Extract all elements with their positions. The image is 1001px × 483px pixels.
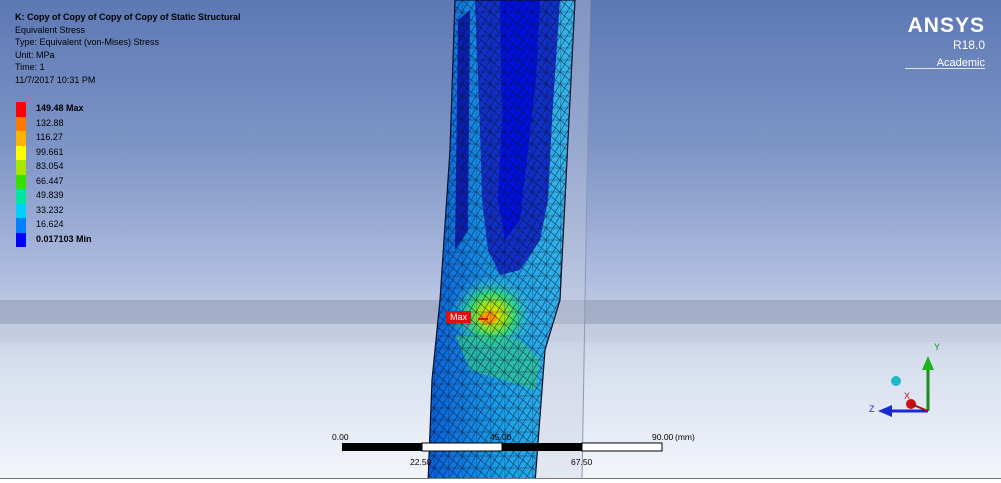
legend-label: 149.48 Max <box>36 103 84 113</box>
result-info-panel: K: Copy of Copy of Copy of Copy of Stati… <box>15 11 241 86</box>
brand-divider <box>905 68 985 69</box>
scale-mid-label: 45.00 <box>490 432 512 442</box>
legend-swatch <box>16 131 26 146</box>
scale-end-label: 90.00 <box>652 432 674 442</box>
legend-swatch <box>16 174 26 189</box>
legend-label: 83.054 <box>36 161 64 171</box>
legend-label: 16.624 <box>36 219 64 229</box>
coordinate-triad[interactable] <box>878 356 934 417</box>
legend-label: 99.661 <box>36 146 64 157</box>
legend-label: 66.447 <box>36 175 64 186</box>
legend-swatch <box>16 232 26 247</box>
legend-label: 49.839 <box>36 190 64 200</box>
max-probe-leader <box>478 318 488 320</box>
scale-start-label: 0.00 <box>332 432 349 442</box>
triad-y-label: Y <box>934 342 941 352</box>
scale-q3-label: 67.50 <box>571 457 593 467</box>
ansys-logo: ANSYS R18.0 Academic <box>905 14 985 70</box>
result-name: Equivalent Stress <box>15 24 86 35</box>
legend-swatch <box>16 203 26 218</box>
scale-unit-label: (mm) <box>675 432 695 442</box>
scale-q1-label: 22.50 <box>410 457 432 467</box>
legend-swatch <box>16 160 26 175</box>
legend-label: 0.017103 Min <box>36 233 92 244</box>
brand-version: R18.0 <box>952 38 985 52</box>
result-unit: Unit: MPa <box>15 49 55 60</box>
legend-label: 132.88 <box>36 117 64 128</box>
max-probe-label[interactable]: Max <box>446 311 472 323</box>
result-date: 11/7/2017 10:31 PM <box>15 74 96 85</box>
result-title: K: Copy of Copy of Copy of Copy of Stati… <box>15 12 241 22</box>
result-time: Time: 1 <box>15 62 45 72</box>
legend-label: 33.232 <box>36 204 64 215</box>
brand-name: ANSYS <box>907 14 985 37</box>
legend-swatch <box>16 218 26 233</box>
legend-swatch <box>16 102 26 117</box>
triad-z-label: Z <box>869 404 875 414</box>
result-type: Type: Equivalent (von-Mises) Stress <box>15 37 160 47</box>
triad-x-label: X <box>904 391 911 401</box>
graphics-viewport[interactable]: K: Copy of Copy of Copy of Copy of Stati… <box>0 0 1001 483</box>
legend-label: 116.27 <box>36 132 63 142</box>
legend-swatch <box>16 116 26 131</box>
scale-bar <box>342 442 663 452</box>
legend-swatch <box>16 145 26 160</box>
legend-swatch <box>16 189 26 204</box>
bottom-tab-strip[interactable] <box>0 478 1001 483</box>
